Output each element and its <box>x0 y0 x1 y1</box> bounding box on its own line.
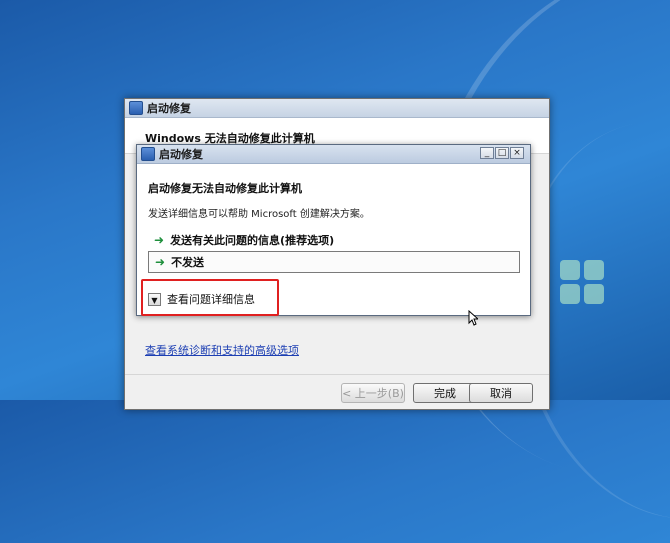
window-titlebar[interactable]: 启动修复 <box>125 99 549 118</box>
dialog-title: 启动修复 <box>159 148 203 161</box>
back-button[interactable]: < 上一步(B) <box>341 383 405 403</box>
dialog-heading: 启动修复无法自动修复此计算机 <box>148 182 302 195</box>
green-arrow-icon: ➜ <box>155 255 166 269</box>
finish-button[interactable]: 完成 <box>413 383 477 403</box>
chevron-down-icon: ▼ <box>148 292 161 306</box>
option-label: 发送有关此问题的信息(推荐选项) <box>170 234 335 247</box>
view-details-toggle[interactable]: ▼ 查看问题详细信息 <box>148 291 255 307</box>
advanced-options-link[interactable]: 查看系统诊断和支持的高级选项 <box>145 342 299 358</box>
minimize-icon[interactable]: _ <box>480 147 494 159</box>
dialog-titlebar[interactable]: 启动修复 _ □ × <box>137 145 530 164</box>
startup-repair-dialog: 启动修复 _ □ × 启动修复无法自动修复此计算机 发送详细信息可以帮助 Mic… <box>136 144 531 316</box>
maximize-icon[interactable]: □ <box>495 147 509 159</box>
windows-logo-icon <box>560 260 610 310</box>
send-info-option[interactable]: ➜ 发送有关此问题的信息(推荐选项) <box>148 229 520 251</box>
window-controls: _ □ × <box>480 147 524 159</box>
dialog-app-icon <box>141 147 155 161</box>
window-title: 启动修复 <box>147 102 191 115</box>
details-label: 查看问题详细信息 <box>167 293 255 306</box>
cancel-button[interactable]: 取消 <box>469 383 533 403</box>
option-label: 不发送 <box>171 256 205 269</box>
close-icon[interactable]: × <box>510 147 524 159</box>
mouse-cursor-icon <box>468 310 478 326</box>
green-arrow-icon: ➜ <box>154 233 165 247</box>
button-bar: < 上一步(B) 完成 取消 <box>125 374 549 409</box>
dialog-description: 发送详细信息可以帮助 Microsoft 创建解决方案。 <box>148 209 370 220</box>
dont-send-option[interactable]: ➜ 不发送 <box>148 251 520 273</box>
app-icon <box>129 101 143 115</box>
